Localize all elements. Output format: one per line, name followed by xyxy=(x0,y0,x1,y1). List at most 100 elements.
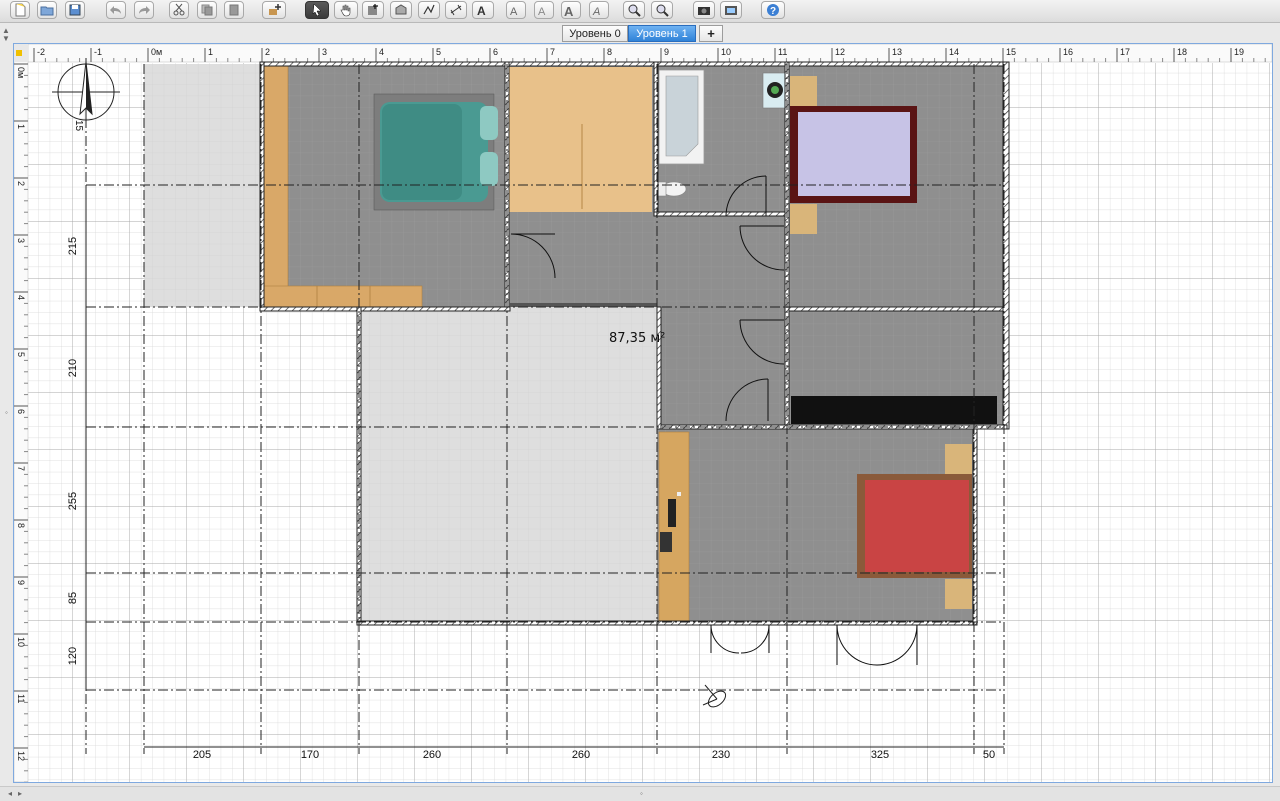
text-increase-button[interactable]: A xyxy=(561,1,581,19)
dimension-label[interactable]: 205 xyxy=(193,749,211,761)
create-video-button[interactable] xyxy=(720,1,742,19)
ruler-label: 16 xyxy=(1063,47,1073,57)
plan-view[interactable]: -2 -1 0м 1 2 3 4 5 6 7 8 9 10 11 12 13 14 15 16 17 18 19 0м 1 2… xyxy=(13,43,1273,783)
dimension-label[interactable]: 215 xyxy=(67,237,79,255)
text-style-button[interactable]: A xyxy=(506,1,526,19)
ruler-label: 3 xyxy=(322,47,327,57)
zoom-in-button[interactable] xyxy=(623,1,645,19)
room-area-label[interactable]: 87,35 м² xyxy=(609,331,665,346)
dimension-label[interactable]: 325 xyxy=(871,749,889,761)
create-walls-button[interactable] xyxy=(362,1,384,19)
tab-level-0[interactable]: Уровень 0 xyxy=(562,25,628,42)
create-dimensions-button[interactable] xyxy=(445,1,467,19)
dimension-label[interactable]: 120 xyxy=(67,647,79,665)
dimension-icon xyxy=(450,4,462,16)
ruler-label: 13 xyxy=(892,47,902,57)
undo-button[interactable] xyxy=(106,1,126,19)
ruler-label: 1 xyxy=(16,124,26,129)
ruler-label: 17 xyxy=(1120,47,1130,57)
video-icon xyxy=(725,6,737,15)
black-wardrobe[interactable] xyxy=(791,396,997,424)
dimension-label[interactable]: 85 xyxy=(67,592,79,604)
ruler-label: 2 xyxy=(265,47,270,57)
paste-button[interactable] xyxy=(224,1,244,19)
wooden-cabinet-vertical[interactable] xyxy=(263,65,289,309)
washing-machine[interactable] xyxy=(762,72,789,109)
ruler-label: 11 xyxy=(778,47,787,57)
bold-text-icon: A xyxy=(538,6,546,17)
ruler-label: 0м xyxy=(16,67,26,78)
svg-text:A: A xyxy=(510,6,518,17)
text-italic-button[interactable]: A xyxy=(589,1,609,19)
wooden-desk[interactable] xyxy=(658,431,690,622)
splitter-handle-bottom[interactable]: ◦ xyxy=(640,789,643,798)
ruler-label: -1 xyxy=(94,47,102,57)
collapse-down-arrow-icon[interactable]: ▼ xyxy=(2,34,10,43)
dimension-label[interactable]: 50 xyxy=(983,749,995,761)
cut-button[interactable] xyxy=(169,1,189,19)
new-home-button[interactable] xyxy=(10,1,30,19)
ruler-label: 9 xyxy=(664,47,669,57)
add-level-button[interactable]: + xyxy=(699,25,723,42)
text-style-icon: A xyxy=(510,6,518,17)
save-button[interactable] xyxy=(65,1,85,19)
ruler-label: 12 xyxy=(835,47,845,57)
wooden-cabinet-horizontal[interactable] xyxy=(263,285,423,308)
help-button[interactable]: ? xyxy=(761,1,785,19)
wood-floor-room[interactable] xyxy=(509,67,652,212)
scroll-left-arrow-icon[interactable]: ◂ xyxy=(8,789,12,798)
ruler-label: 10 xyxy=(721,47,731,57)
text-bold-button[interactable]: A xyxy=(534,1,554,19)
ruler-label: 18 xyxy=(1177,47,1187,57)
floor-plan-canvas[interactable]: -2 -1 0м 1 2 3 4 5 6 7 8 9 10 11 12 13 14 15 16 17 18 19 0м12… xyxy=(14,44,1272,782)
dimension-label[interactable]: 170 xyxy=(301,749,319,761)
ruler-label: 0м xyxy=(151,47,162,57)
partition-wall[interactable] xyxy=(509,303,657,307)
ruler-label: 5 xyxy=(436,47,441,57)
ruler-label: 6 xyxy=(493,47,498,57)
double-bed-teal[interactable] xyxy=(373,93,498,211)
add-furniture-button[interactable] xyxy=(262,1,286,19)
ruler-label: -2 xyxy=(37,47,45,57)
dimension-label[interactable]: 230 xyxy=(712,749,730,761)
select-mode-button[interactable] xyxy=(305,1,329,19)
create-rooms-button[interactable] xyxy=(390,1,412,19)
scroll-right-arrow-icon[interactable]: ▸ xyxy=(18,789,22,798)
redo-button[interactable] xyxy=(134,1,154,19)
dimension-label[interactable]: 255 xyxy=(67,492,79,510)
open-button[interactable] xyxy=(37,1,57,19)
rooms-icon xyxy=(395,4,407,15)
save-icon xyxy=(69,4,81,16)
dimension-label[interactable]: 260 xyxy=(572,749,590,761)
italic-text-icon: A xyxy=(592,6,600,17)
walls-icon xyxy=(368,4,378,15)
add-furniture-icon xyxy=(269,4,281,15)
tab-level-1[interactable]: Уровень 1 xyxy=(628,25,696,42)
ruler-label: 10 xyxy=(16,637,26,647)
zoom-out-icon xyxy=(656,4,669,17)
ruler-label: 2 xyxy=(16,181,26,186)
bathtub[interactable] xyxy=(658,69,705,165)
copy-button[interactable] xyxy=(197,1,217,19)
svg-text:A: A xyxy=(564,4,574,17)
toilet[interactable] xyxy=(657,181,687,197)
ruler-origin-marker xyxy=(16,50,22,56)
bottom-scrollbar[interactable]: ◂ ▸ ◦ xyxy=(0,786,1280,801)
create-photo-button[interactable] xyxy=(693,1,715,19)
svg-text:A: A xyxy=(592,6,600,17)
vertical-ruler: 0м123456789101112 xyxy=(14,44,29,782)
zoom-out-button[interactable] xyxy=(651,1,673,19)
pan-mode-button[interactable] xyxy=(334,1,358,19)
splitter-handle-left[interactable]: ◦ xyxy=(5,408,8,417)
zoom-in-icon xyxy=(628,4,641,17)
ruler-label: 9 xyxy=(16,580,26,585)
dimension-label[interactable]: 260 xyxy=(423,749,441,761)
create-polylines-button[interactable] xyxy=(418,1,440,19)
ruler-label: 3 xyxy=(16,238,26,243)
scissors-icon xyxy=(173,3,185,16)
help-icon: ? xyxy=(767,4,779,17)
dimension-label[interactable]: 210 xyxy=(67,359,79,377)
ruler-label: 6 xyxy=(16,409,26,414)
add-text-button[interactable]: A xyxy=(472,1,494,19)
compass-angle-label: 15 xyxy=(73,120,84,132)
